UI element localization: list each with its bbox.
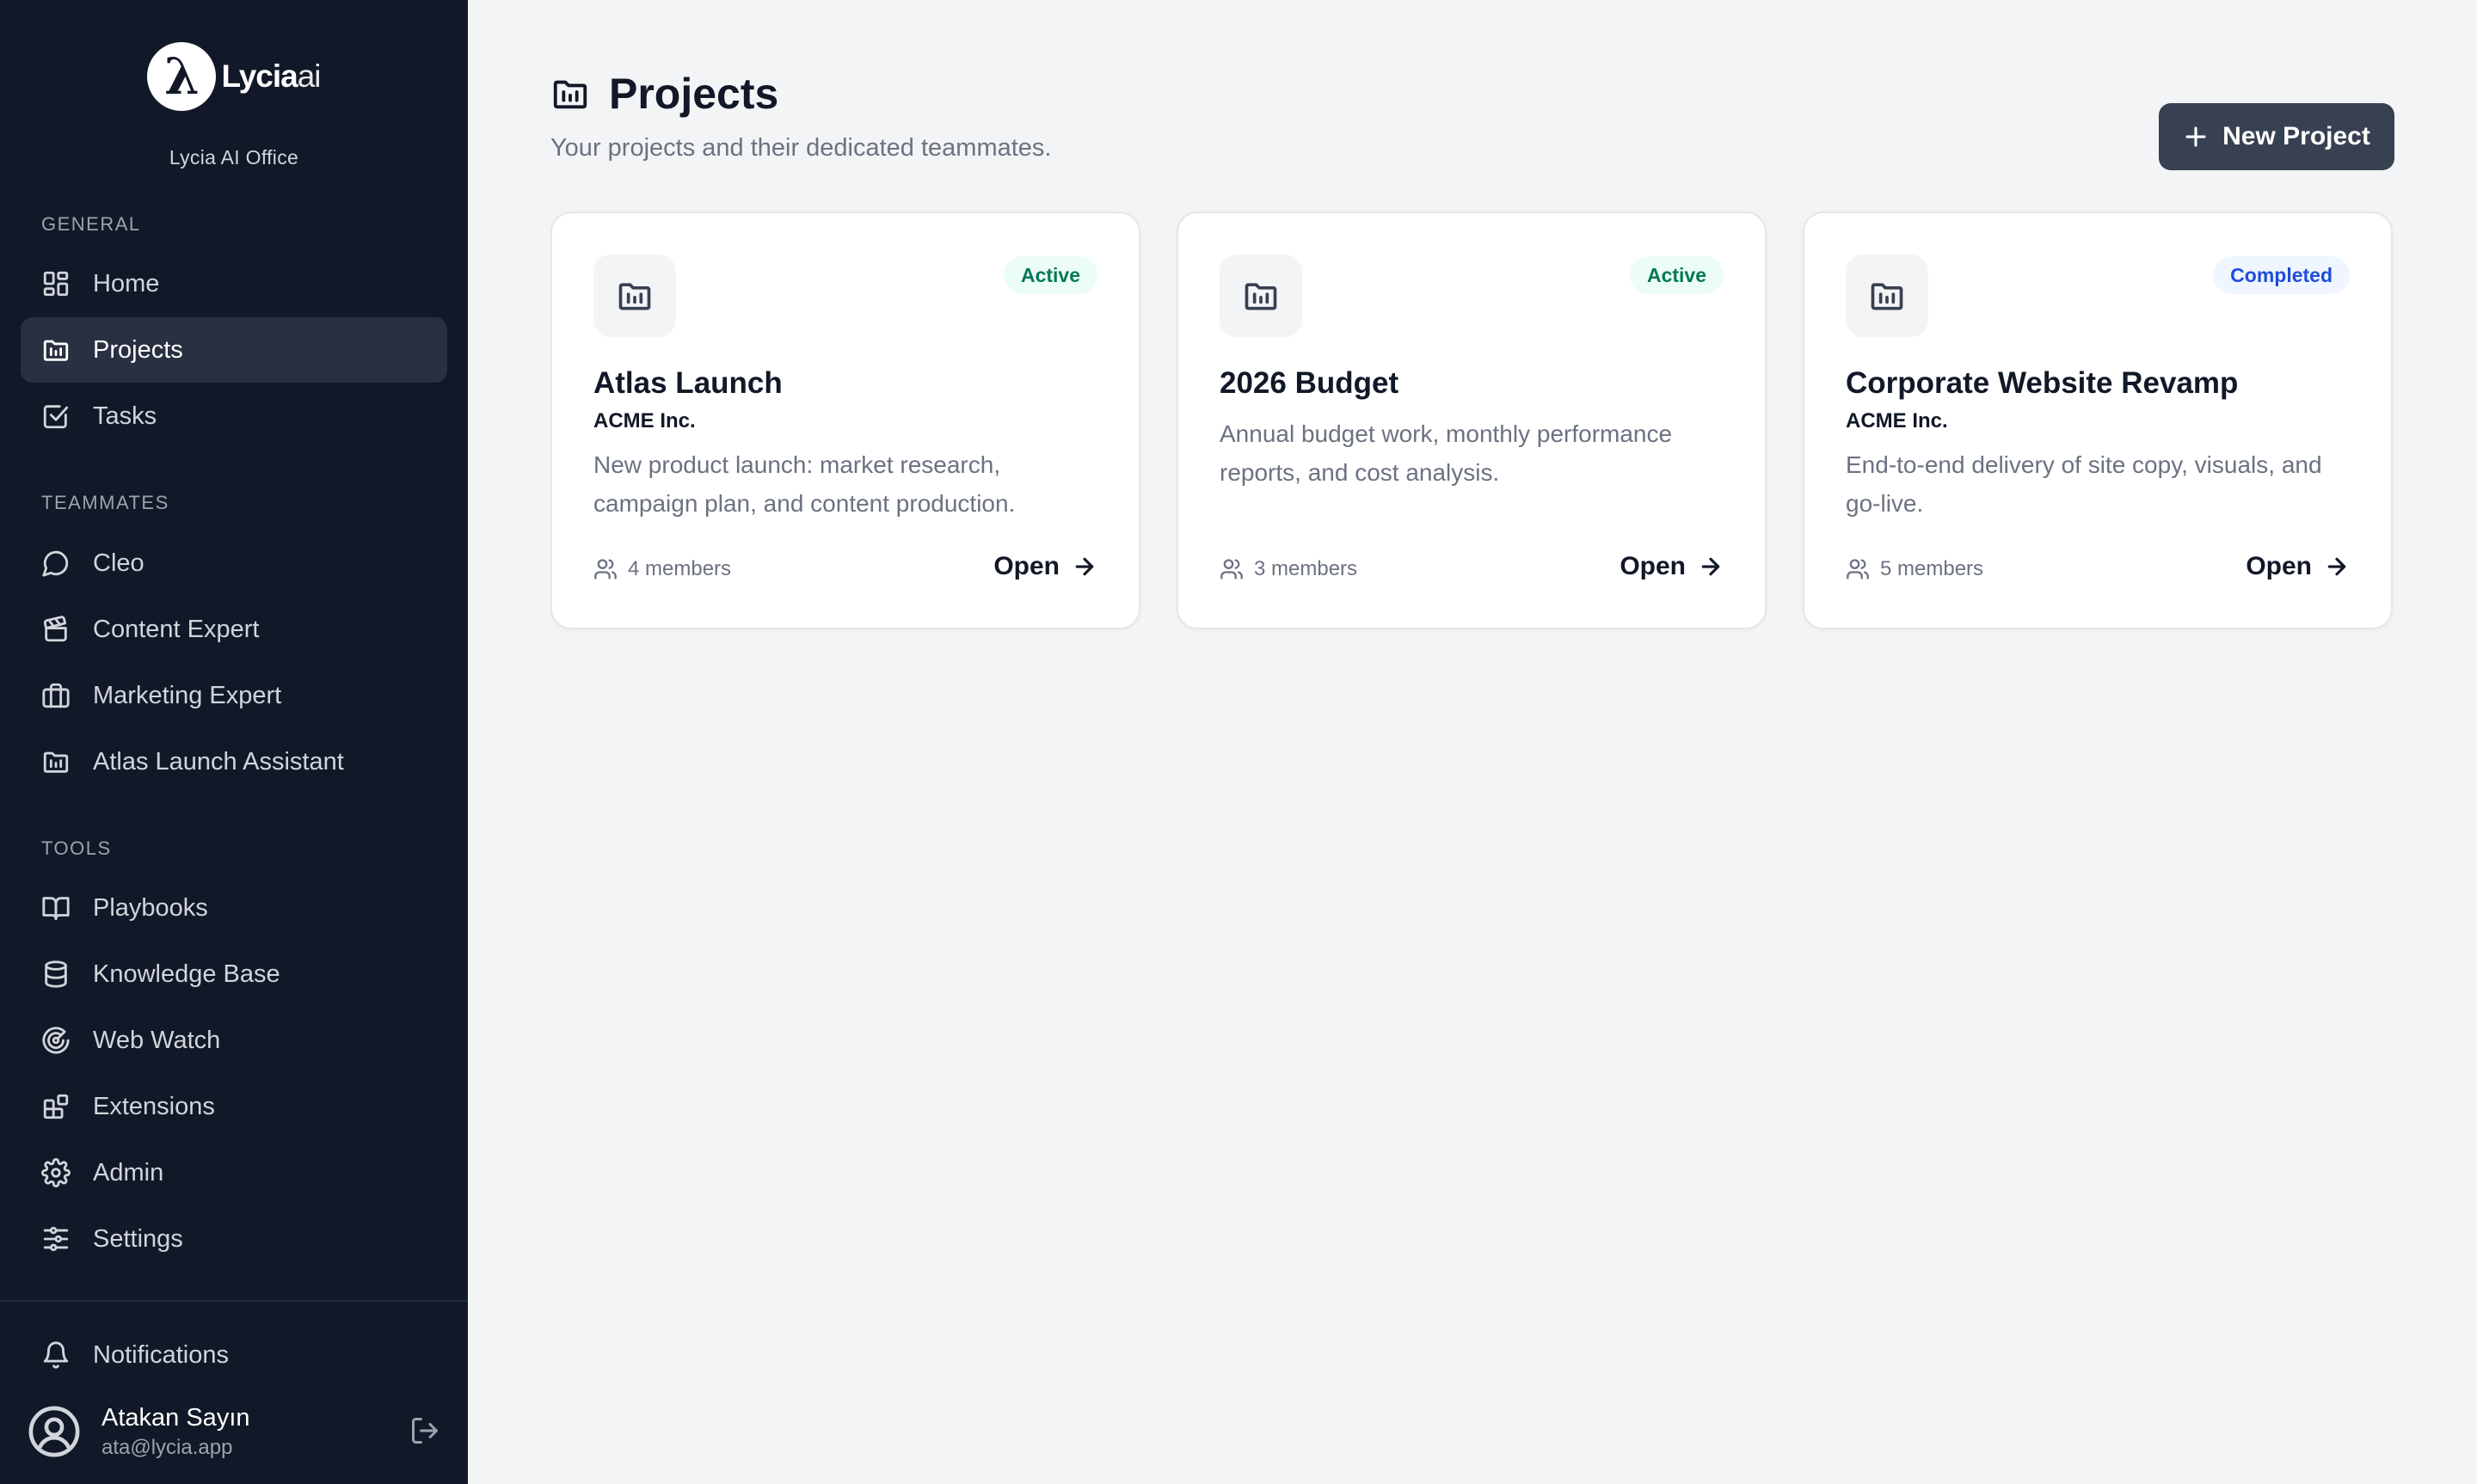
user-avatar-icon	[28, 1405, 81, 1458]
project-description: Annual budget work, monthly performance …	[1220, 420, 1673, 486]
sidebar-divider	[0, 1300, 468, 1302]
project-title: Atlas Launch	[593, 366, 783, 400]
sidebar-item-knowledge-base[interactable]: Knowledge Base	[21, 941, 447, 1007]
sidebar-item-label: Extensions	[93, 1092, 215, 1120]
users-icon	[1220, 559, 1243, 579]
user-profile[interactable]: Atakan Sayın ata@lycia.app	[28, 1400, 440, 1463]
project-description: End-to-end delivery of site copy, visual…	[1846, 451, 2322, 517]
user-info: Atakan Sayın ata@lycia.app	[101, 1404, 250, 1460]
sidebar-item-content-expert[interactable]: Content Expert	[21, 597, 447, 662]
page-title: Projects	[609, 70, 779, 118]
section-title-teammates: TEAMMATES	[41, 492, 169, 513]
page-header: Projects	[550, 69, 778, 119]
sidebar-item-label: Home	[93, 269, 160, 297]
sidebar-item-notifications[interactable]: Notifications	[21, 1322, 447, 1388]
open-project-link[interactable]: Open	[993, 552, 1097, 581]
members-count: 5 members	[1880, 557, 1984, 580]
project-description: New product launch: market research, cam…	[593, 451, 1016, 517]
blocks-icon	[41, 1092, 71, 1121]
database-icon	[41, 960, 71, 989]
arrow-right-icon	[1075, 557, 1094, 576]
user-email: ata@lycia.app	[101, 1435, 233, 1459]
sidebar-item-playbooks[interactable]: Playbooks	[21, 875, 447, 941]
bell-icon	[41, 1340, 71, 1370]
sidebar-item-admin[interactable]: Admin	[21, 1140, 447, 1205]
sidebar-item-atlas-launch-assistant[interactable]: Atlas Launch Assistant	[21, 729, 447, 794]
sidebar-item-label: Tasks	[93, 402, 157, 430]
open-label: Open	[2246, 552, 2312, 580]
sidebar-item-label: Settings	[93, 1224, 183, 1253]
page-subtitle: Your projects and their dedicated teamma…	[550, 134, 1052, 162]
sidebar-item-tasks[interactable]: Tasks	[21, 383, 447, 449]
sidebar-item-extensions[interactable]: Extensions	[21, 1074, 447, 1139]
new-project-button[interactable]: New Project	[2159, 103, 2394, 170]
arrow-right-icon	[2327, 557, 2346, 576]
folder-chart-icon	[593, 254, 676, 337]
project-title: 2026 Budget	[1220, 366, 1399, 400]
sidebar-item-label: Web Watch	[93, 1026, 221, 1054]
users-icon	[1847, 559, 1869, 579]
sidebar-item-label: Content Expert	[93, 615, 260, 643]
logo[interactable]: λ Lyciaai	[0, 41, 468, 112]
logout-icon[interactable]	[409, 1415, 440, 1446]
folder-chart-icon	[41, 335, 71, 365]
project-members: 3 members	[1220, 557, 1357, 581]
open-label: Open	[993, 552, 1060, 580]
project-title: Corporate Website Revamp	[1846, 366, 2239, 400]
user-name: Atakan Sayın	[101, 1403, 250, 1432]
clapperboard-icon	[41, 615, 71, 644]
sidebar-item-projects[interactable]: Projects	[21, 317, 447, 383]
folder-chart-icon	[1846, 254, 1928, 337]
project-card-corporate-website-revamp[interactable]: Completed Corporate Website Revamp ACME …	[1803, 212, 2393, 629]
status-badge: Active	[1003, 256, 1097, 294]
project-client: ACME Inc.	[593, 409, 696, 432]
open-label: Open	[1620, 552, 1686, 580]
book-open-icon	[41, 893, 71, 923]
lambda-logo-icon: λ	[147, 42, 217, 111]
sidebar-item-marketing-expert[interactable]: Marketing Expert	[21, 663, 447, 728]
project-members: 4 members	[593, 557, 731, 581]
checkbox-icon	[41, 402, 71, 431]
sidebar-item-label: Admin	[93, 1158, 164, 1187]
sidebar-item-label: Notifications	[93, 1340, 229, 1369]
members-count: 3 members	[1254, 557, 1358, 580]
radar-icon	[41, 1026, 71, 1055]
status-badge: Completed	[2213, 256, 2350, 294]
folder-chart-icon	[553, 80, 587, 109]
sidebar-item-label: Knowledge Base	[93, 960, 280, 988]
project-client: ACME Inc.	[1846, 409, 1948, 432]
sidebar-item-home[interactable]: Home	[21, 251, 447, 316]
new-project-label: New Project	[2222, 122, 2370, 150]
section-title-general: GENERAL	[41, 213, 141, 235]
sidebar-item-label: Playbooks	[93, 893, 208, 922]
folder-chart-icon	[41, 747, 71, 776]
status-badge: Active	[1629, 256, 1724, 294]
section-title-tools: TOOLS	[41, 837, 112, 859]
sidebar-item-label: Marketing Expert	[93, 681, 282, 709]
plus-icon	[2185, 126, 2206, 147]
project-card-atlas-launch[interactable]: Active Atlas Launch ACME Inc. New produc…	[550, 212, 1140, 629]
org-name: Lycia AI Office	[169, 146, 299, 169]
project-members: 5 members	[1846, 557, 1983, 581]
members-count: 4 members	[628, 557, 732, 580]
open-project-link[interactable]: Open	[1620, 552, 1724, 581]
open-project-link[interactable]: Open	[2246, 552, 2350, 581]
sidebar-item-settings[interactable]: Settings	[21, 1206, 447, 1272]
grid-icon	[41, 269, 71, 298]
briefcase-icon	[41, 681, 71, 710]
chat-bubble-icon	[41, 549, 71, 578]
sliders-icon	[41, 1224, 71, 1254]
sidebar-item-label: Atlas Launch Assistant	[93, 747, 344, 776]
sidebar-item-cleo[interactable]: Cleo	[21, 530, 447, 596]
sidebar: λ Lyciaai Lycia AI Office GENERAL Home P…	[0, 0, 468, 1484]
sidebar-item-label: Cleo	[93, 549, 144, 577]
sidebar-item-web-watch[interactable]: Web Watch	[21, 1008, 447, 1073]
logo-text: Lyciaai	[221, 58, 321, 94]
sidebar-item-label: Projects	[93, 335, 183, 364]
project-card-2026-budget[interactable]: Active 2026 Budget Annual budget work, m…	[1177, 212, 1767, 629]
arrow-right-icon	[1701, 557, 1720, 576]
gear-icon	[41, 1158, 71, 1187]
users-icon	[594, 559, 617, 579]
folder-chart-icon	[1220, 254, 1302, 337]
